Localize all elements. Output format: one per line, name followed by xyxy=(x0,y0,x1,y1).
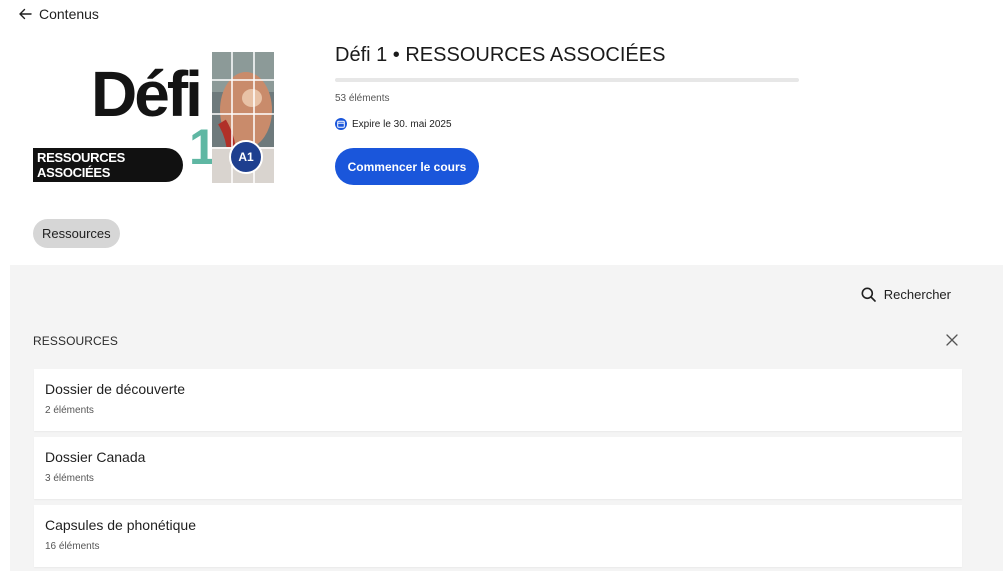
resource-item-canada[interactable]: Dossier Canada 3 éléments xyxy=(34,437,962,499)
course-expiry: Expire le 30. mai 2025 xyxy=(335,118,799,130)
course-progress-bar xyxy=(335,78,799,82)
resource-item-name: Dossier Canada xyxy=(45,449,146,465)
search-button[interactable]: Rechercher xyxy=(861,287,951,302)
resource-item-name: Capsules de phonétique xyxy=(45,517,197,533)
resource-item-count: 2 éléments xyxy=(45,405,94,416)
search-label: Rechercher xyxy=(883,287,951,302)
cover-ribbon: RESSOURCES ASSOCIÉES xyxy=(33,148,183,182)
close-icon[interactable] xyxy=(945,333,959,347)
resource-item-name: Dossier de découverte xyxy=(45,381,186,397)
course-expiry-label: Expire le 30. mai 2025 xyxy=(352,118,452,130)
resource-item-phonetique[interactable]: Capsules de phonétique 16 éléments xyxy=(34,505,962,567)
back-link-label: Contenus xyxy=(39,6,99,22)
resource-item-count: 16 éléments xyxy=(45,541,100,552)
level-badge: A1 xyxy=(229,140,263,174)
resource-item-decouverte[interactable]: Dossier de découverte 2 éléments xyxy=(34,369,962,431)
start-course-button[interactable]: Commencer le cours xyxy=(335,148,479,185)
section-title: RESSOURCES xyxy=(33,334,119,348)
resource-list: Dossier de découverte 2 éléments Dossier… xyxy=(34,369,962,571)
course-element-count: 53 éléments xyxy=(335,93,390,104)
course-cover-image: Défi 1 RESSOURCES ASSOCIÉES A1 xyxy=(33,50,275,186)
resource-item-count: 3 éléments xyxy=(45,473,94,484)
filter-chip-resources[interactable]: Ressources xyxy=(33,219,120,248)
course-info: Défi 1 • RESSOURCES ASSOCIÉES 53 élément… xyxy=(335,44,799,185)
cover-logo-word: Défi xyxy=(91,58,203,130)
arrow-left-icon xyxy=(19,8,32,20)
search-icon xyxy=(861,287,876,302)
resources-panel: Rechercher RESSOURCES Dossier de découve… xyxy=(10,265,1003,571)
course-title: Défi 1 • RESSOURCES ASSOCIÉES xyxy=(335,44,666,66)
calendar-icon xyxy=(335,118,347,130)
back-to-contents-link[interactable]: Contenus xyxy=(18,6,99,22)
